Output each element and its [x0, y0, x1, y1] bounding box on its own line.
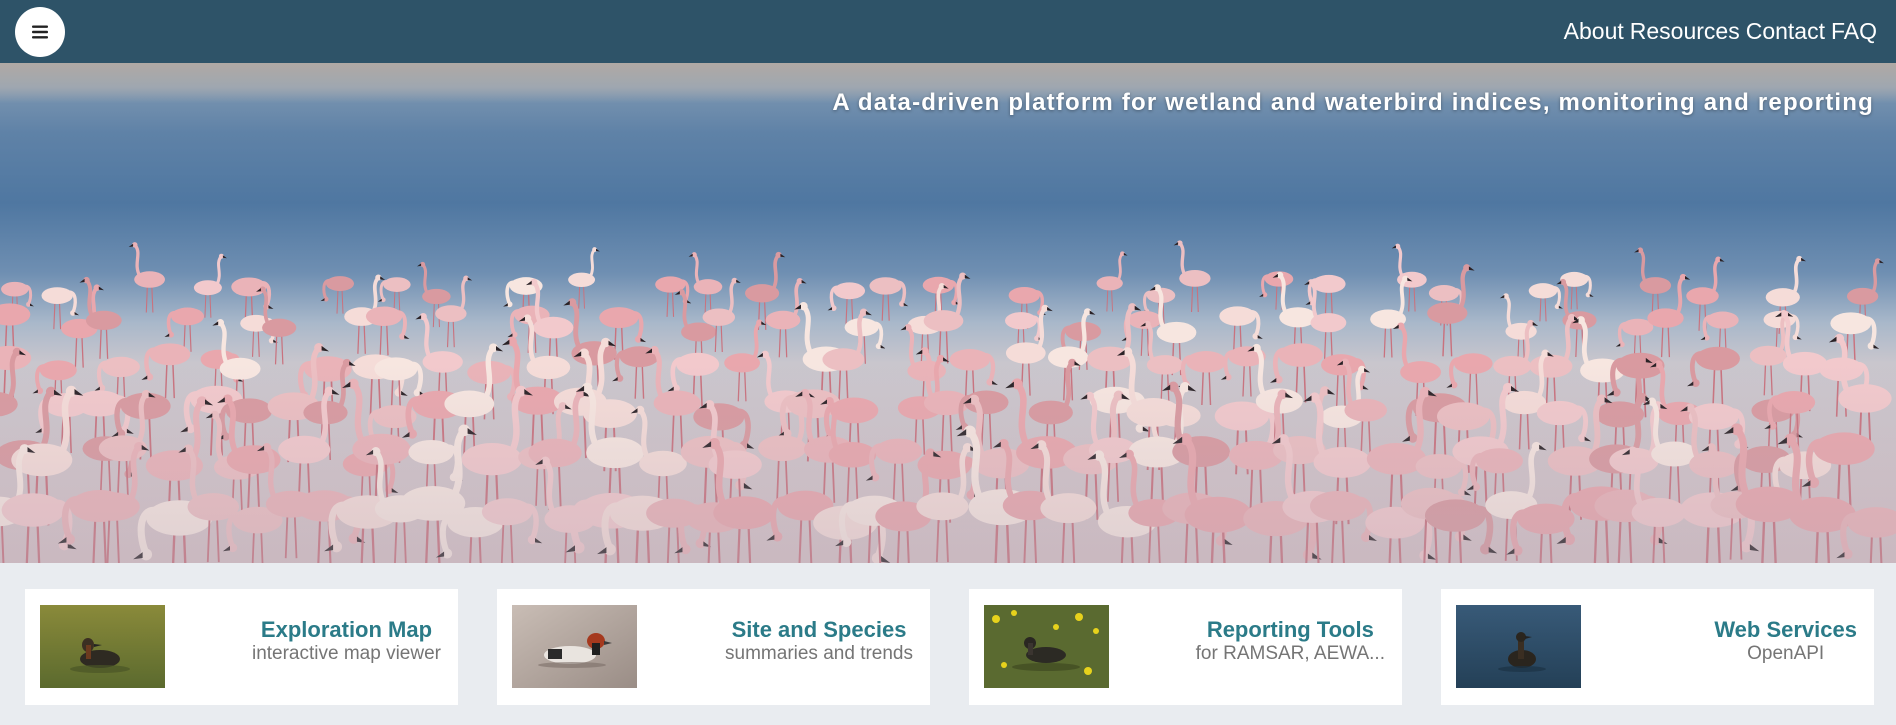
- card-reporting-tools[interactable]: Reporting Tools for RAMSAR, AEWA...: [969, 589, 1402, 705]
- hero-tagline: A data-driven platform for wetland and w…: [832, 89, 1874, 116]
- card-title: Exploration Map: [260, 617, 433, 642]
- grebe-dark-water-photo: [1456, 605, 1581, 688]
- card-subtitle: OpenAPI: [1747, 643, 1825, 665]
- hero-banner: A data-driven platform for wetland and w…: [0, 63, 1896, 563]
- grebe-on-water-photo: [40, 605, 165, 688]
- card-subtitle: summaries and trends: [725, 643, 913, 665]
- main-nav: About Resources Contact FAQ: [1564, 20, 1877, 43]
- card-title: Web Services: [1714, 617, 1857, 642]
- card-subtitle: for RAMSAR, AEWA...: [1195, 643, 1385, 665]
- nav-resources-link[interactable]: Resources: [1630, 20, 1740, 43]
- duck-swimming-photo: [512, 605, 637, 688]
- flamingos-photo: [0, 240, 1896, 563]
- card-title: Site and Species: [731, 617, 907, 642]
- nav-faq-link[interactable]: FAQ: [1831, 20, 1877, 43]
- feature-cards: Exploration Map interactive map viewer S…: [25, 589, 1875, 705]
- card-title: Reporting Tools: [1206, 617, 1374, 642]
- grebe-among-flowers-photo: [984, 605, 1109, 688]
- card-exploration-map[interactable]: Exploration Map interactive map viewer: [25, 589, 458, 705]
- card-web-services[interactable]: Web Services OpenAPI: [1441, 589, 1874, 705]
- top-navbar: About Resources Contact FAQ: [0, 0, 1896, 63]
- card-site-and-species[interactable]: Site and Species summaries and trends: [497, 589, 930, 705]
- menu-button[interactable]: [15, 6, 65, 57]
- nav-contact-link[interactable]: Contact: [1746, 20, 1825, 43]
- hamburger-icon: [32, 25, 48, 38]
- nav-about-link[interactable]: About: [1564, 20, 1624, 43]
- card-subtitle: interactive map viewer: [251, 643, 441, 665]
